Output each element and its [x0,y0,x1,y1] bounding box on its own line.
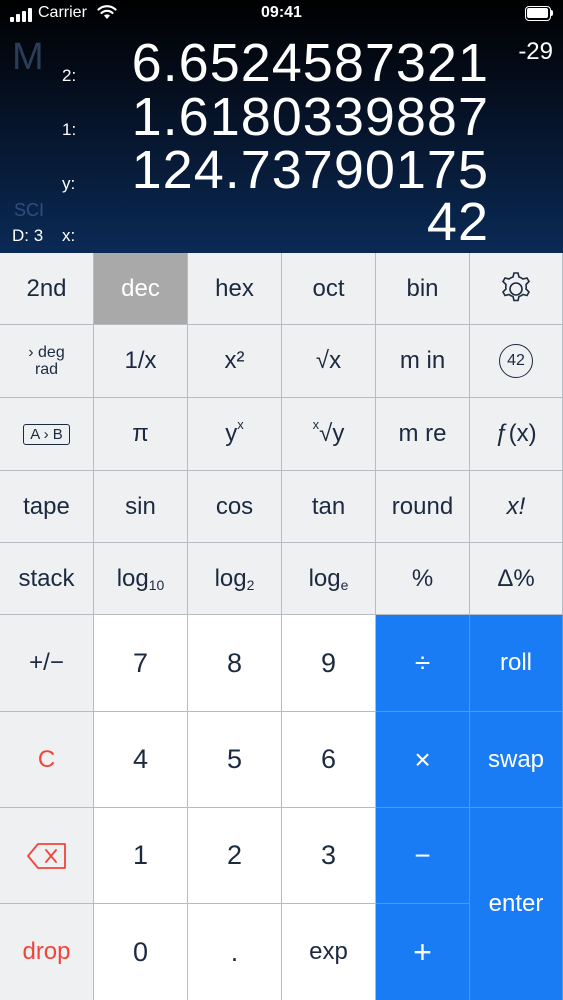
enter-key[interactable]: enter [470,808,563,1000]
rad-label: rad [34,361,59,378]
digit-0-key[interactable]: 0 [94,904,188,1000]
power-base: y [225,420,238,447]
deg-label: deg [38,344,65,361]
digit-4-key[interactable]: 4 [94,712,188,808]
mode-indicator: SCI [14,200,45,220]
log2-word: log [214,564,247,592]
digit-8-key[interactable]: 8 [188,615,282,712]
register-value-2: 6.6524587321 [131,33,489,93]
memory-recall-key[interactable]: m re [376,398,470,471]
settings-key[interactable] [470,253,563,325]
register-label-2: 2: [62,66,77,85]
percent-key[interactable]: % [376,543,470,615]
gear-icon [502,271,530,301]
sqrt-key[interactable]: √x [282,325,376,398]
nth-root-key[interactable]: x √y [282,398,376,471]
roll-key[interactable]: roll [470,615,563,712]
chevron-right-icon: › [28,344,34,361]
root-body: √y [319,420,345,447]
memory-indicator: M [12,36,44,78]
stack-key[interactable]: stack [0,543,94,615]
status-bar: Carrier 09:41 [0,0,563,30]
clear-key[interactable]: C [0,712,94,808]
oct-key[interactable]: oct [282,253,376,325]
backspace-key[interactable] [0,808,94,904]
sin-key[interactable]: sin [94,471,188,543]
battery-icon [525,6,553,21]
factorial-key[interactable]: x! [470,471,563,543]
plus-minus-key[interactable]: +/− [0,615,94,712]
log10-base: 10 [148,576,165,593]
round-key[interactable]: round [376,471,470,543]
power-key[interactable]: yx [188,398,282,471]
square-key[interactable]: x² [188,325,282,398]
dec-key[interactable]: dec [94,253,188,325]
power-exponent: x [237,416,244,432]
backspace-icon [26,842,66,869]
decimals-indicator: D: 3 [12,226,44,245]
divide-key[interactable]: ÷ [376,615,470,712]
exponent-value: -29 [518,38,553,65]
ln-word: log [308,564,341,592]
root-index: x [312,416,320,432]
function-key[interactable]: ƒ(x) [470,398,563,471]
a-to-b-label: A › B [23,423,70,445]
log2-key[interactable]: log 2 [188,543,282,615]
tan-key[interactable]: tan [282,471,376,543]
register-label-y: y: [62,174,76,193]
hex-key[interactable]: hex [188,253,282,325]
decimal-point-key[interactable]: . [188,904,282,1000]
digit-5-key[interactable]: 5 [188,712,282,808]
register-value-y: 124.73790175 [131,140,489,200]
digit-3-key[interactable]: 3 [282,808,376,904]
minus-key[interactable]: − [376,808,470,904]
digit-6-key[interactable]: 6 [282,712,376,808]
tape-key[interactable]: tape [0,471,94,543]
delta-percent-key[interactable]: Δ% [470,543,563,615]
bin-key[interactable]: bin [376,253,470,325]
digit-9-key[interactable]: 9 [282,615,376,712]
log10-key[interactable]: log 10 [94,543,188,615]
digit-7-key[interactable]: 7 [94,615,188,712]
log2-base: 2 [246,576,255,593]
register-label-x: x: [62,226,76,245]
circled-42-badge: 42 [499,344,533,378]
memory-in-key[interactable]: m in [376,325,470,398]
register-display: Carrier 09:41 M -29 2: 6.6524587321 1: 1… [0,0,563,253]
digit-2-key[interactable]: 2 [188,808,282,904]
exp-key[interactable]: exp [282,904,376,1000]
log10-word: log [116,564,149,592]
plus-key[interactable]: + [376,904,470,1000]
clock: 09:41 [261,4,302,21]
ln-base: e [340,576,349,593]
cos-key[interactable]: cos [188,471,282,543]
register-label-1: 1: [62,120,77,139]
drop-key[interactable]: drop [0,904,94,1000]
a-to-b-key[interactable]: A › B [0,398,94,471]
ln-key[interactable]: log e [282,543,376,615]
keypad: 2nd dec hex oct bin › deg rad 1/x x² √x … [0,253,563,1000]
digit-1-key[interactable]: 1 [94,808,188,904]
2nd-key[interactable]: 2nd [0,253,94,325]
register-value-1: 1.6180339887 [131,87,489,147]
register-value-x: 42 [426,192,489,252]
deg-rad-key[interactable]: › deg rad [0,325,94,398]
swap-key[interactable]: swap [470,712,563,808]
pi-key[interactable]: π [94,398,188,471]
multiply-key[interactable]: × [376,712,470,808]
reciprocal-key[interactable]: 1/x [94,325,188,398]
answer-42-key[interactable]: 42 [470,325,563,398]
